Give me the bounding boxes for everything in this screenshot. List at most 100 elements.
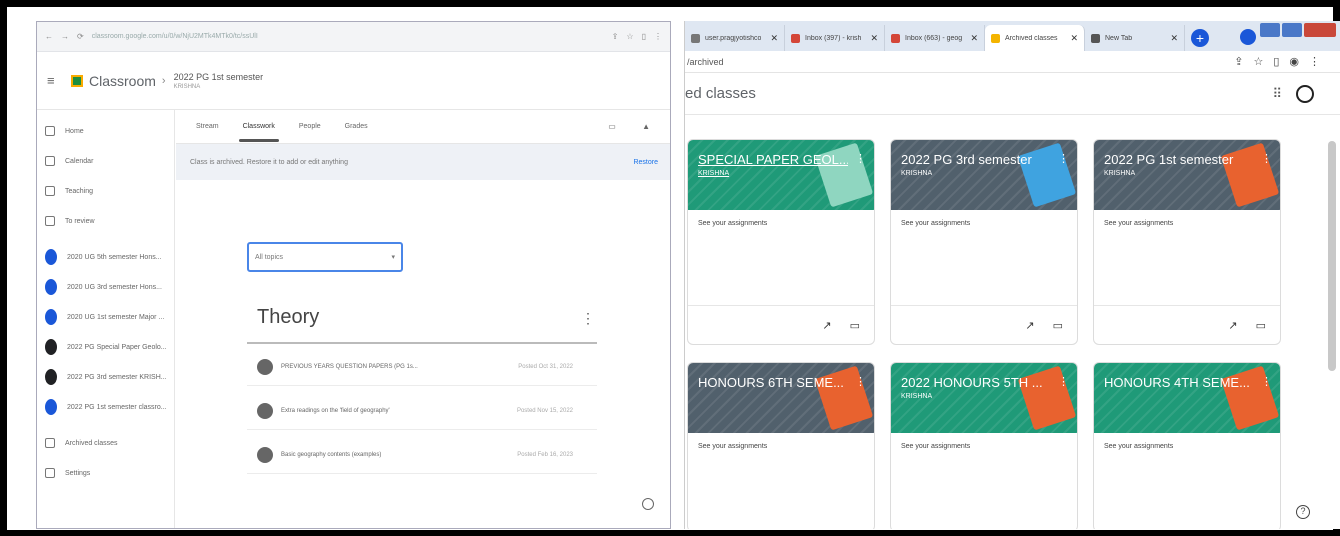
see-assignments-link[interactable]: See your assignments (698, 443, 767, 450)
class-card-teacher: KRISHNA (901, 170, 933, 177)
card-more-icon[interactable]: ⋮ (1261, 152, 1272, 165)
card-more-icon[interactable]: ⋮ (1058, 152, 1069, 165)
class-card[interactable]: HONOURS 4TH SEME... ⋮ See your assignments (1093, 362, 1281, 529)
sidebar-item[interactable]: To review (37, 206, 174, 236)
star-icon[interactable]: ☆ (626, 32, 633, 41)
trending-icon[interactable]: ↗ (822, 319, 831, 332)
page-title: ed classes (685, 85, 756, 102)
course-breadcrumb[interactable]: 2022 PG 1st semester KRISHNA (174, 72, 264, 90)
class-card-title[interactable]: 2022 HONOURS 5TH ... (901, 375, 1051, 390)
folder-icon[interactable]: ▭ (1256, 319, 1266, 332)
kebab-icon[interactable]: ⋮ (654, 32, 662, 41)
tab-people[interactable]: People (299, 123, 321, 130)
browser-address-bar[interactable]: /archived ⇪☆▯◉⋮ (685, 51, 1340, 73)
scrollbar[interactable] (1328, 141, 1336, 371)
sidebar-item[interactable]: 2022 PG 1st semester classro... (37, 392, 174, 422)
material-row[interactable]: Extra readings on the 'field of geograph… (247, 392, 597, 430)
class-card-banner[interactable]: 2022 HONOURS 5TH ... KRISHNA ⋮ (891, 363, 1077, 433)
restore-button[interactable]: Restore (633, 159, 658, 166)
class-card-footer: ↗ ▭ (891, 306, 1077, 344)
new-tab-button[interactable]: + (1191, 29, 1209, 47)
browser-tab[interactable]: Inbox (663) - geog ✕ (885, 25, 985, 51)
class-card[interactable]: 2022 HONOURS 5TH ... KRISHNA ⋮ See your ass… (890, 362, 1078, 529)
sidebar-item[interactable]: 2020 UG 1st semester Major ... (37, 302, 174, 332)
class-card-title[interactable]: 2022 PG 1st semester (1104, 152, 1254, 167)
card-more-icon[interactable]: ⋮ (855, 375, 866, 388)
tab-close-icon[interactable]: ✕ (870, 33, 878, 44)
class-card-body: See your assignments (891, 210, 1077, 306)
see-assignments-link[interactable]: See your assignments (1104, 220, 1173, 227)
browser-address-bar[interactable]: ← → ⟳ classroom.google.com/u/0/w/NjU2MTk… (37, 22, 670, 52)
tab-grades[interactable]: Grades (345, 123, 368, 130)
maximize-icon[interactable] (1282, 23, 1302, 37)
url-text[interactable]: /archived (687, 57, 724, 67)
classroom-logo-icon[interactable] (71, 74, 83, 87)
class-card-title[interactable]: 2022 PG 3rd semester (901, 152, 1051, 167)
class-card[interactable]: SPECIAL PAPER GEOL... KRISHNA ⋮ See your as… (687, 139, 875, 345)
account-avatar[interactable] (1296, 84, 1314, 103)
browser-tab[interactable]: Inbox (397) - krish ✕ (785, 25, 885, 51)
sidebar-item[interactable]: 2020 UG 3rd semester Hons... (37, 272, 174, 302)
help-icon[interactable]: ? (1296, 505, 1310, 519)
reload-icon[interactable]: ⟳ (77, 32, 84, 41)
class-card-title[interactable]: SPECIAL PAPER GEOL... (698, 152, 848, 167)
card-more-icon[interactable]: ⋮ (1058, 375, 1069, 388)
folder-icon[interactable]: ▭ (850, 319, 860, 332)
browser-tab[interactable]: New Tab ✕ (1085, 25, 1185, 51)
see-assignments-link[interactable]: See your assignments (901, 220, 970, 227)
trending-icon[interactable]: ↗ (1228, 319, 1237, 332)
url-text[interactable]: classroom.google.com/u/0/w/NjU2MTk4MTk0/… (92, 33, 604, 40)
hamburger-menu-icon[interactable]: ≡ (47, 73, 71, 88)
see-assignments-link[interactable]: See your assignments (698, 220, 767, 227)
class-card-banner[interactable]: 2022 PG 3rd semester KRISHNA ⋮ (891, 140, 1077, 210)
tab-close-icon[interactable]: ✕ (1170, 33, 1178, 44)
material-row[interactable]: PREVIOUS YEARS QUESTION PAPERS (PG 1s...… (247, 348, 597, 386)
back-icon[interactable]: ← (45, 32, 53, 41)
minimize-icon[interactable] (1260, 23, 1280, 37)
class-card[interactable]: HONOURS 6TH SEME... ⋮ See your assignments (687, 362, 875, 529)
tab-close-icon[interactable]: ✕ (970, 33, 978, 44)
class-card[interactable]: 2022 PG 1st semester KRISHNA ⋮ See your ass… (1093, 139, 1281, 345)
profile-icon[interactable] (1240, 29, 1256, 45)
class-card-banner[interactable]: 2022 PG 1st semester KRISHNA ⋮ (1094, 140, 1280, 210)
class-card-banner[interactable]: HONOURS 4TH SEME... ⋮ (1094, 363, 1280, 433)
share-icon[interactable]: ⇪ (612, 32, 619, 41)
material-row[interactable]: Basic geography contents (examples) Poste… (247, 436, 597, 474)
help-icon[interactable] (642, 498, 654, 510)
sidebar-item[interactable]: Home (37, 116, 174, 146)
forward-icon[interactable]: → (61, 32, 69, 41)
sidebar-item[interactable]: Teaching (37, 176, 174, 206)
see-assignments-link[interactable]: See your assignments (1104, 443, 1173, 450)
sidebar-item[interactable]: 2020 UG 5th semester Hons... (37, 242, 174, 272)
class-card-title[interactable]: HONOURS 6TH SEME... (698, 375, 848, 390)
sidebar-item[interactable]: 2022 PG 3rd semester KRISH... (37, 362, 174, 392)
tab-actions-icons[interactable]: ▭ ▲ (608, 122, 662, 131)
trending-icon[interactable]: ↗ (1025, 319, 1034, 332)
brand-name[interactable]: Classroom (89, 73, 156, 89)
class-card-title[interactable]: HONOURS 4TH SEME... (1104, 375, 1254, 390)
tab-close-icon[interactable]: ✕ (1070, 33, 1078, 44)
class-card-banner[interactable]: HONOURS 6TH SEME... ⋮ (688, 363, 874, 433)
tab-close-icon[interactable]: ✕ (770, 33, 778, 44)
sidepanel-icon[interactable]: ▯ (642, 32, 646, 41)
see-assignments-link[interactable]: See your assignments (901, 443, 970, 450)
card-more-icon[interactable]: ⋮ (855, 152, 866, 165)
topic-more-icon[interactable]: ⋮ (581, 310, 595, 327)
card-more-icon[interactable]: ⋮ (1261, 375, 1272, 388)
browser-tab[interactable]: user.pragjyotishco ✕ (685, 25, 785, 51)
sidebar-item[interactable]: Calendar (37, 146, 174, 176)
class-card-banner[interactable]: SPECIAL PAPER GEOL... KRISHNA ⋮ (688, 140, 874, 210)
sidebar-item[interactable]: 2022 PG Special Paper Geolo... (37, 332, 174, 362)
browser-tab[interactable]: Archived classes ✕ (985, 25, 1085, 51)
topic-select[interactable]: All topics ▾ (247, 242, 403, 272)
sidebar-item[interactable]: Settings (37, 458, 174, 488)
tab-classwork[interactable]: Classwork (238, 123, 280, 142)
tab-favicon-icon (691, 33, 700, 43)
window-close-icon[interactable] (1304, 23, 1336, 37)
sidebar-item[interactable]: Archived classes (37, 428, 174, 458)
apps-grid-icon[interactable]: ⠿ (1272, 86, 1282, 102)
class-card[interactable]: 2022 PG 3rd semester KRISHNA ⋮ See your ass… (890, 139, 1078, 345)
folder-icon[interactable]: ▭ (1053, 319, 1063, 332)
toolbar-icons[interactable]: ⇪☆▯◉⋮ (1234, 55, 1330, 68)
tab-stream[interactable]: Stream (196, 123, 219, 130)
